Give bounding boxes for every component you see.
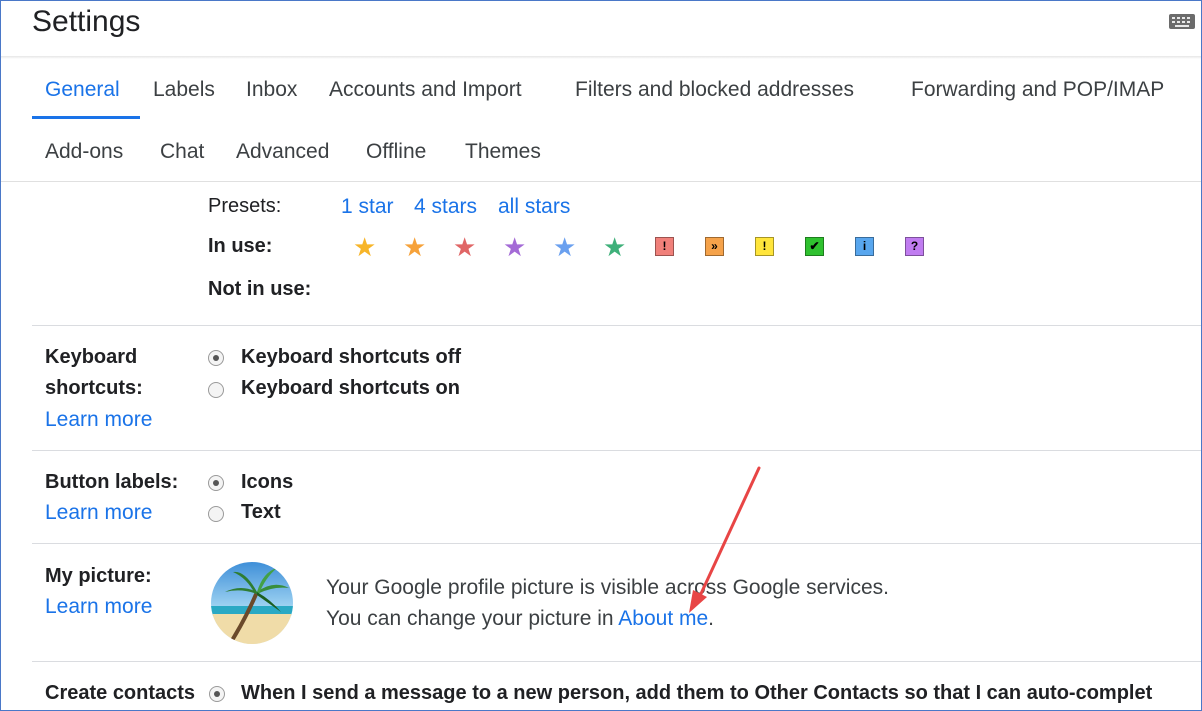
- red-star-icon[interactable]: ★: [453, 234, 476, 260]
- settings-page: Settings General Labels Inbox Accounts a…: [0, 0, 1202, 711]
- annotation-arrow-icon: [689, 466, 761, 613]
- yellow-star-icon[interactable]: ★: [353, 234, 376, 260]
- green-star-icon[interactable]: ★: [603, 234, 626, 260]
- red-bang-icon[interactable]: !: [655, 237, 674, 256]
- green-check-icon[interactable]: ✔: [805, 237, 824, 256]
- orange-star-icon[interactable]: ★: [403, 234, 426, 260]
- purple-star-icon[interactable]: ★: [503, 234, 526, 260]
- blue-info-icon[interactable]: i: [855, 237, 874, 256]
- purple-question-icon[interactable]: ?: [905, 237, 924, 256]
- yellow-bang-icon[interactable]: !: [755, 237, 774, 256]
- blue-star-icon[interactable]: ★: [553, 234, 576, 260]
- orange-guillemet-icon[interactable]: »: [705, 237, 724, 256]
